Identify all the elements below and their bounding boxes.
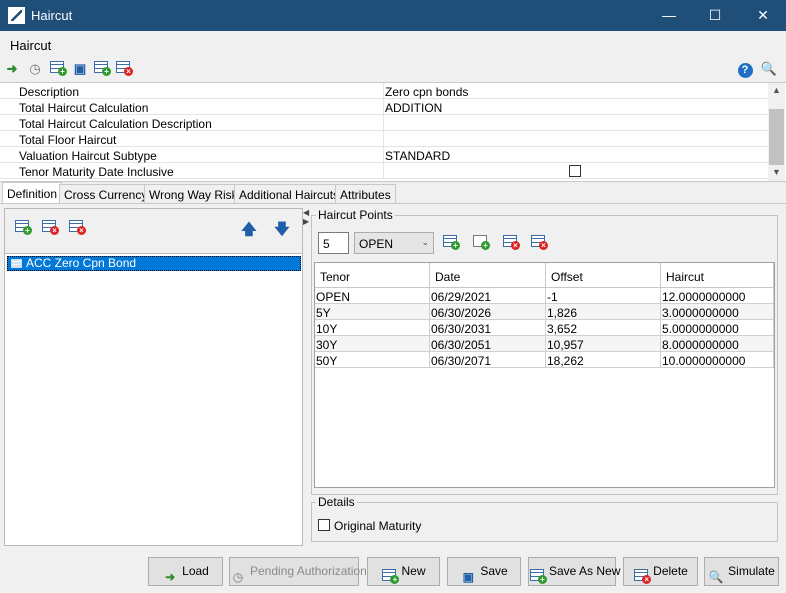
remove-point-icon[interactable]: × (501, 234, 520, 252)
haircut-points-table: Tenor Date Offset Haircut OPEN 06/29/202… (314, 262, 775, 488)
haircut-points-legend: Haircut Points (316, 208, 395, 222)
splitter-left-arrow-icon[interactable]: ◀ (303, 208, 309, 217)
pending-authorization-button[interactable]: ◷ Pending Authorization (229, 557, 367, 586)
column-header-haircut[interactable]: Haircut (661, 263, 774, 288)
table-row[interactable]: OPEN 06/29/2021 -1 12.0000000000 (315, 288, 774, 304)
title-bar: Haircut — ☐ ✕ (0, 0, 786, 31)
scroll-thumb[interactable] (769, 109, 784, 165)
save-as-new-button[interactable]: + Save As New (528, 557, 620, 586)
tab-cross-currency[interactable]: Cross Currency (59, 184, 153, 204)
app-logo-icon (8, 7, 25, 24)
point-count-field[interactable]: 5 (318, 232, 349, 254)
delete-button[interactable]: × Delete (623, 557, 698, 586)
tab-additional-haircuts[interactable]: Additional Haircuts (234, 184, 345, 204)
load-icon: ➜ (165, 569, 176, 584)
table-row[interactable]: 10Y 06/30/2031 3,652 5.0000000000 (315, 320, 774, 336)
simulate-icon[interactable]: 🔍 (760, 60, 778, 78)
table-row[interactable]: 5Y 06/30/2026 1,826 3.0000000000 (315, 304, 774, 320)
column-header-date[interactable]: Date (430, 263, 546, 288)
tab-wrong-way-risk[interactable]: Wrong Way Risk (144, 184, 243, 204)
panel-splitter[interactable]: ◀ ▶ (303, 208, 309, 546)
save-icon[interactable]: ▣ (71, 60, 89, 78)
new-grid-icon: + (381, 564, 400, 584)
maximize-button[interactable]: ☐ (692, 0, 738, 31)
definition-list: ACC Zero Cpn Bond (5, 253, 302, 545)
save-button[interactable]: ▣ Save (447, 557, 521, 586)
remove-all-icon[interactable]: × (67, 219, 86, 237)
tenor-maturity-inclusive-checkbox[interactable] (569, 165, 581, 177)
page-title: Haircut (10, 38, 52, 53)
tab-attributes[interactable]: Attributes (335, 184, 396, 204)
remove-all-points-icon[interactable]: × (529, 234, 548, 252)
scroll-up-icon[interactable]: ▲ (768, 85, 785, 95)
simulate-button[interactable]: 🔍 Simulate (704, 557, 779, 586)
new-button[interactable]: + New (367, 557, 440, 586)
details-legend: Details (316, 495, 357, 509)
simulate-icon: 🔍 (708, 569, 724, 584)
add-item-icon[interactable]: + (13, 219, 32, 237)
property-row[interactable]: Total Haircut Calculation Description (0, 115, 768, 131)
move-up-icon[interactable]: 🡅 (240, 221, 258, 239)
definition-list-panel: + × × 🡅 🡇 ACC Zero Cpn Bond (4, 208, 303, 546)
tab-definition[interactable]: Definition (2, 182, 63, 204)
chevron-down-icon: ⌄ (421, 237, 429, 247)
list-item[interactable]: ACC Zero Cpn Bond (7, 256, 301, 271)
clock-icon[interactable]: ◷ (26, 60, 44, 78)
save-icon: ▣ (462, 569, 474, 584)
properties-grid: Description Zero cpn bonds Total Haircut… (0, 82, 786, 182)
remove-item-icon[interactable]: × (40, 219, 59, 237)
clock-icon: ◷ (232, 569, 244, 584)
table-icon (11, 259, 22, 268)
original-maturity-checkbox[interactable] (318, 519, 330, 531)
load-button[interactable]: ➜ Load (148, 557, 223, 586)
table-row[interactable]: 30Y 06/30/2051 10,957 8.0000000000 (315, 336, 774, 352)
add-point-icon[interactable]: + (441, 234, 460, 252)
tab-divider (0, 203, 786, 204)
add-multiple-points-icon[interactable]: + (471, 234, 490, 252)
column-header-tenor[interactable]: Tenor (315, 263, 430, 288)
property-row[interactable]: Total Haircut Calculation ADDITION (0, 99, 768, 115)
property-row[interactable]: Total Floor Haircut (0, 131, 768, 147)
table-row[interactable]: 50Y 06/30/2071 18,262 10.0000000000 (315, 352, 774, 368)
column-header-offset[interactable]: Offset (546, 263, 661, 288)
window-title: Haircut (31, 8, 73, 23)
properties-scrollbar[interactable]: ▲ ▼ (768, 83, 785, 181)
original-maturity-label: Original Maturity (334, 519, 422, 533)
delete-icon: × (633, 564, 652, 584)
move-down-icon[interactable]: 🡇 (273, 221, 291, 239)
load-icon[interactable]: ➜ (3, 60, 21, 78)
scroll-down-icon[interactable]: ▼ (768, 167, 785, 177)
new-grid-icon[interactable]: + (48, 60, 67, 78)
details-group: Details Original Maturity (311, 495, 778, 542)
save-as-new-icon: + (529, 564, 547, 584)
delete-icon[interactable]: × (114, 60, 133, 78)
close-button[interactable]: ✕ (740, 0, 786, 31)
save-as-new-icon[interactable]: + (92, 60, 111, 78)
help-icon[interactable]: ? (736, 60, 754, 78)
property-row[interactable]: Tenor Maturity Date Inclusive (0, 163, 768, 179)
property-row[interactable]: Description Zero cpn bonds (0, 83, 768, 99)
tenor-select[interactable]: OPEN ⌄ (354, 232, 434, 254)
minimize-button[interactable]: — (646, 0, 692, 31)
property-row[interactable]: Valuation Haircut Subtype STANDARD (0, 147, 768, 163)
splitter-right-arrow-icon[interactable]: ▶ (303, 217, 309, 226)
